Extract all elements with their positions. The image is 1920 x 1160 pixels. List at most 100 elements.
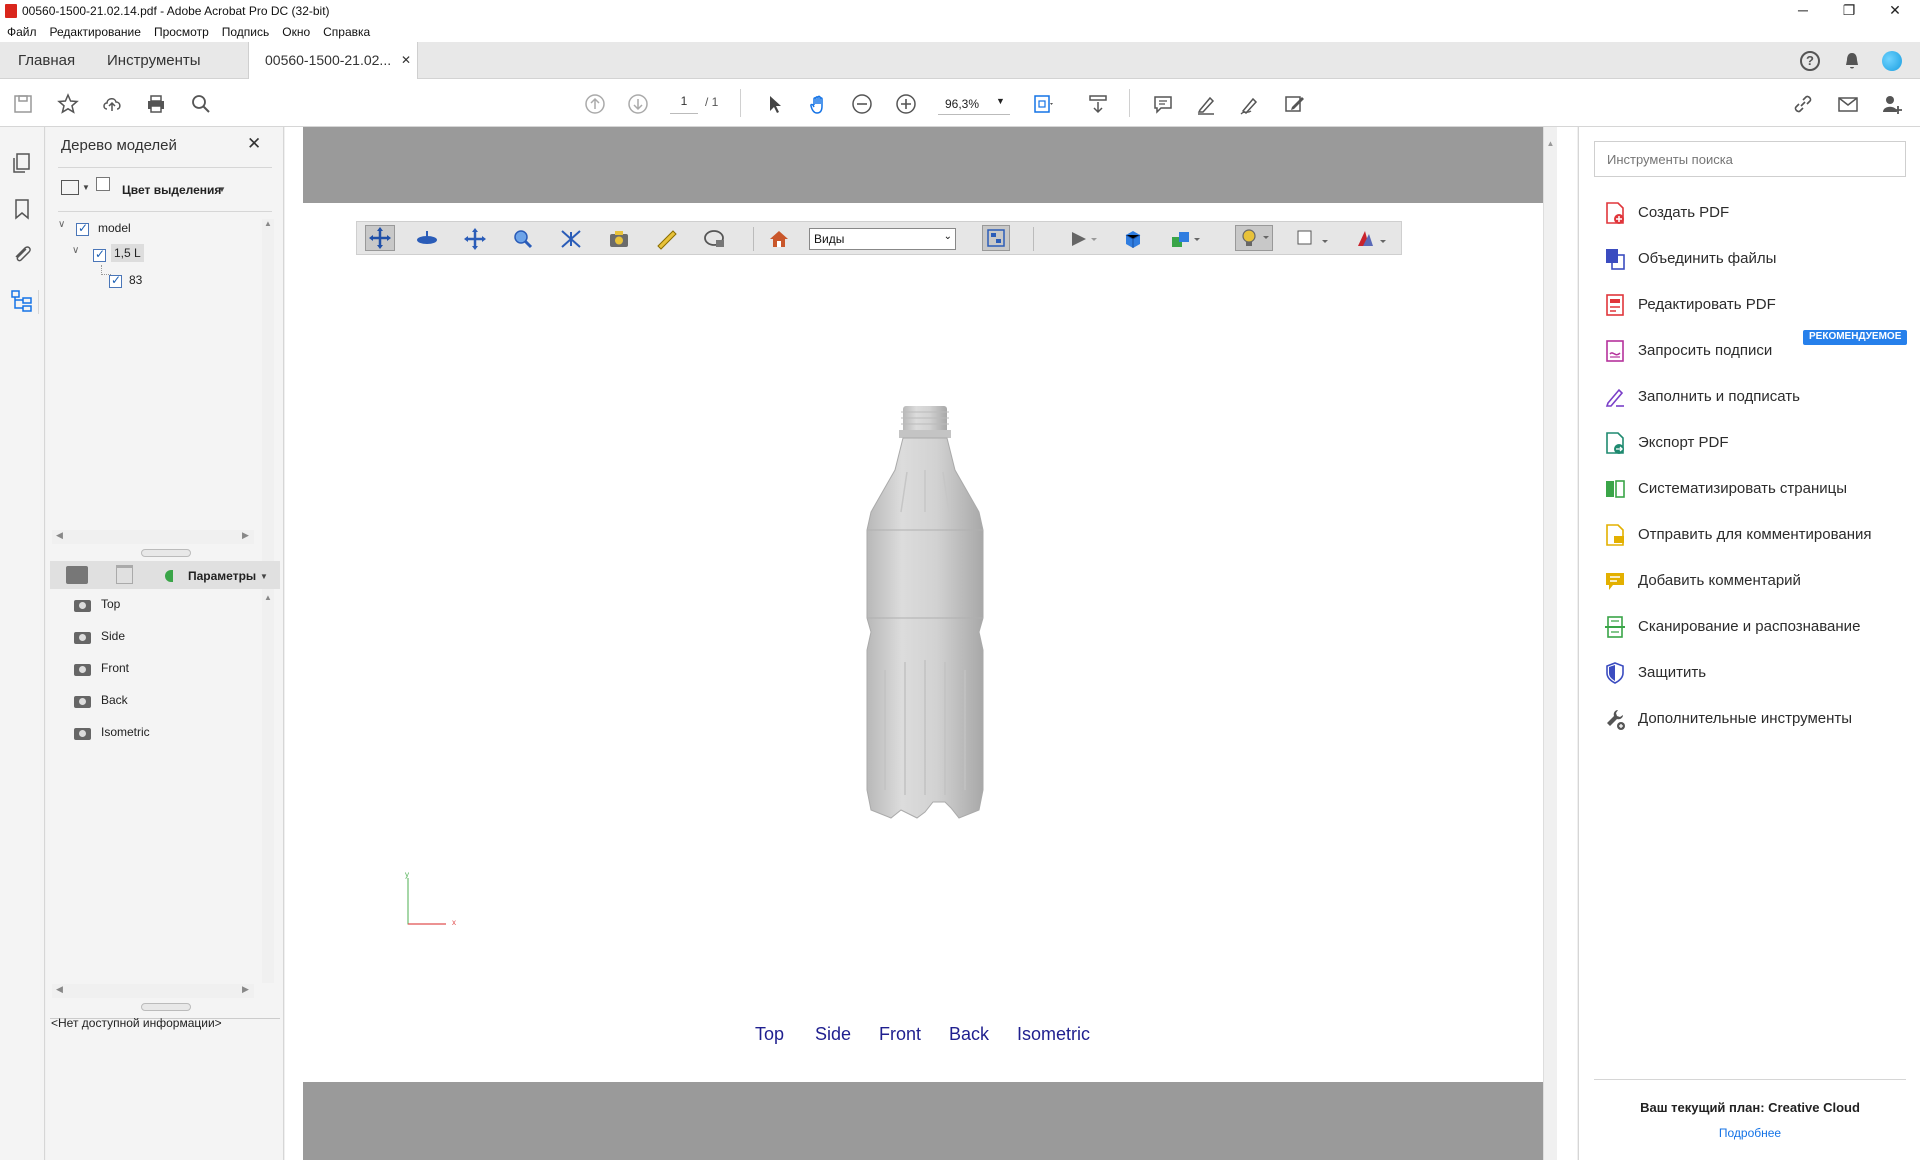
menu-window[interactable]: Окно	[275, 22, 316, 39]
menu-sign[interactable]: Подпись	[215, 22, 276, 39]
view-options-icon[interactable]	[165, 570, 173, 582]
select-cursor-icon[interactable]	[762, 91, 788, 117]
comment-icon[interactable]	[1150, 91, 1176, 117]
page-number-input[interactable]: 1	[670, 94, 698, 114]
page-thumbnails-icon[interactable]	[10, 151, 34, 175]
3d-comment-icon[interactable]	[703, 228, 727, 250]
tool-send-for-comments[interactable]: Отправить для комментирования	[1604, 521, 1904, 549]
views-vertical-scrollbar[interactable]: ▲	[262, 593, 274, 983]
view-item[interactable]: Side	[101, 629, 125, 643]
menu-edit[interactable]: Редактирование	[43, 22, 147, 39]
save-icon[interactable]	[10, 91, 36, 117]
home-view-icon[interactable]	[767, 228, 791, 250]
render-mode-icon[interactable]	[1169, 228, 1200, 250]
tree-node-bottle[interactable]: 1,5 L	[111, 244, 144, 262]
page-down-icon[interactable]	[625, 91, 651, 117]
add-view-icon[interactable]	[66, 566, 88, 584]
tool-fill-sign[interactable]: Заполнить и подписать	[1604, 383, 1904, 411]
trash-icon[interactable]	[116, 565, 133, 584]
cross-section-icon[interactable]	[1353, 228, 1386, 250]
tool-combine-files[interactable]: Объединить файлы	[1604, 245, 1904, 273]
background-color-icon[interactable]	[1295, 228, 1328, 250]
view-link-isometric[interactable]: Isometric	[1017, 1024, 1090, 1045]
star-icon[interactable]	[55, 91, 81, 117]
pan-tool-icon[interactable]	[463, 228, 487, 250]
lighting-icon[interactable]	[1235, 225, 1273, 251]
model-tree-toggle-icon[interactable]	[982, 225, 1010, 251]
view-item[interactable]: Top	[101, 597, 120, 611]
measure-tool-icon[interactable]	[655, 228, 679, 250]
hand-tool-icon[interactable]	[806, 91, 832, 117]
menu-file[interactable]: Файл	[0, 22, 43, 39]
bookmarks-icon[interactable]	[10, 197, 34, 221]
menu-help[interactable]: Справка	[316, 22, 376, 39]
tool-organize-pages[interactable]: Систематизировать страницы	[1604, 475, 1904, 503]
cloud-upload-icon[interactable]	[99, 91, 125, 117]
link-share-icon[interactable]	[1790, 91, 1816, 117]
tool-edit-pdf[interactable]: Редактировать PDF	[1604, 291, 1904, 319]
splitter-handle[interactable]	[141, 549, 191, 557]
zoom-3d-icon[interactable]	[511, 228, 535, 250]
highlight-color-swatch[interactable]	[96, 177, 110, 191]
bell-icon[interactable]	[1842, 51, 1862, 71]
tree-horizontal-scrollbar[interactable]: ◀ ▶	[52, 530, 254, 544]
menu-view[interactable]: Просмотр	[147, 22, 215, 39]
share-edit-icon[interactable]	[1281, 91, 1307, 117]
fly-tool-icon[interactable]	[559, 228, 583, 250]
tool-add-comment[interactable]: Добавить комментарий	[1604, 567, 1904, 595]
view-link-top[interactable]: Top	[755, 1024, 784, 1045]
zoom-level-select[interactable]: 96,3% ▼	[938, 91, 1010, 115]
print-icon[interactable]	[143, 91, 169, 117]
view-item[interactable]: Back	[101, 693, 128, 707]
3d-model-bottle[interactable]	[855, 400, 995, 840]
view-item[interactable]: Front	[101, 661, 129, 675]
model-tree-icon[interactable]	[10, 289, 34, 313]
scroll-mode-icon[interactable]	[1085, 91, 1111, 117]
tab-tools[interactable]: Инструменты	[107, 42, 201, 79]
highlight-color-label[interactable]: Цвет выделения	[122, 183, 221, 197]
zoom-in-icon[interactable]	[893, 91, 919, 117]
collapse-icon[interactable]: ∨	[72, 245, 79, 256]
close-panel-button[interactable]: ✕	[247, 134, 261, 154]
attachments-icon[interactable]	[10, 242, 34, 266]
projection-icon[interactable]	[1121, 228, 1145, 250]
zoom-out-icon[interactable]	[849, 91, 875, 117]
rotate-tool-icon[interactable]	[365, 225, 395, 251]
fit-page-icon[interactable]	[1030, 91, 1056, 117]
tree-options-icon[interactable]	[61, 180, 79, 195]
add-user-icon[interactable]	[1879, 91, 1905, 117]
tool-export-pdf[interactable]: Экспорт PDF	[1604, 429, 1904, 457]
camera-props-icon[interactable]	[607, 228, 631, 250]
node-checkbox[interactable]	[109, 273, 122, 288]
views-horizontal-scrollbar[interactable]: ◀ ▶	[52, 984, 254, 998]
tool-scan-ocr[interactable]: Сканирование и распознавание	[1604, 613, 1904, 641]
view-link-side[interactable]: Side	[815, 1024, 851, 1045]
more-info-link[interactable]: Подробнее	[1594, 1126, 1906, 1140]
views-dropdown[interactable]: Виды ⌄	[809, 228, 956, 250]
document-scrollbar[interactable]: ▲	[1543, 127, 1557, 1160]
view-link-back[interactable]: Back	[949, 1024, 989, 1045]
splitter-handle[interactable]	[141, 1003, 191, 1011]
mail-icon[interactable]	[1835, 91, 1861, 117]
spin-tool-icon[interactable]	[415, 228, 439, 250]
maximize-button[interactable]: ❐	[1826, 0, 1872, 22]
node-checkbox[interactable]	[76, 221, 89, 236]
sign-icon[interactable]	[1237, 91, 1263, 117]
page-up-icon[interactable]	[582, 91, 608, 117]
view-params-menu[interactable]: Параметры	[188, 569, 256, 583]
tab-home[interactable]: Главная	[18, 42, 75, 79]
tab-document[interactable]: 00560-1500-21.02... ✕	[248, 42, 418, 80]
view-link-front[interactable]: Front	[879, 1024, 921, 1045]
tree-node-part[interactable]: 83	[129, 273, 142, 287]
collapse-icon[interactable]: ∨	[58, 219, 65, 230]
node-checkbox[interactable]	[93, 247, 106, 262]
tool-protect[interactable]: Защитить	[1604, 659, 1904, 687]
help-icon[interactable]: ?	[1800, 51, 1820, 71]
tab-close-icon[interactable]: ✕	[401, 42, 411, 79]
tools-search-input[interactable]	[1594, 141, 1906, 177]
play-animation-icon[interactable]	[1069, 228, 1097, 250]
highlight-pen-icon[interactable]	[1193, 91, 1219, 117]
tree-node-model[interactable]: model	[98, 221, 131, 235]
tool-create-pdf[interactable]: Создать PDF	[1604, 199, 1904, 227]
minimize-button[interactable]: ─	[1780, 0, 1826, 22]
